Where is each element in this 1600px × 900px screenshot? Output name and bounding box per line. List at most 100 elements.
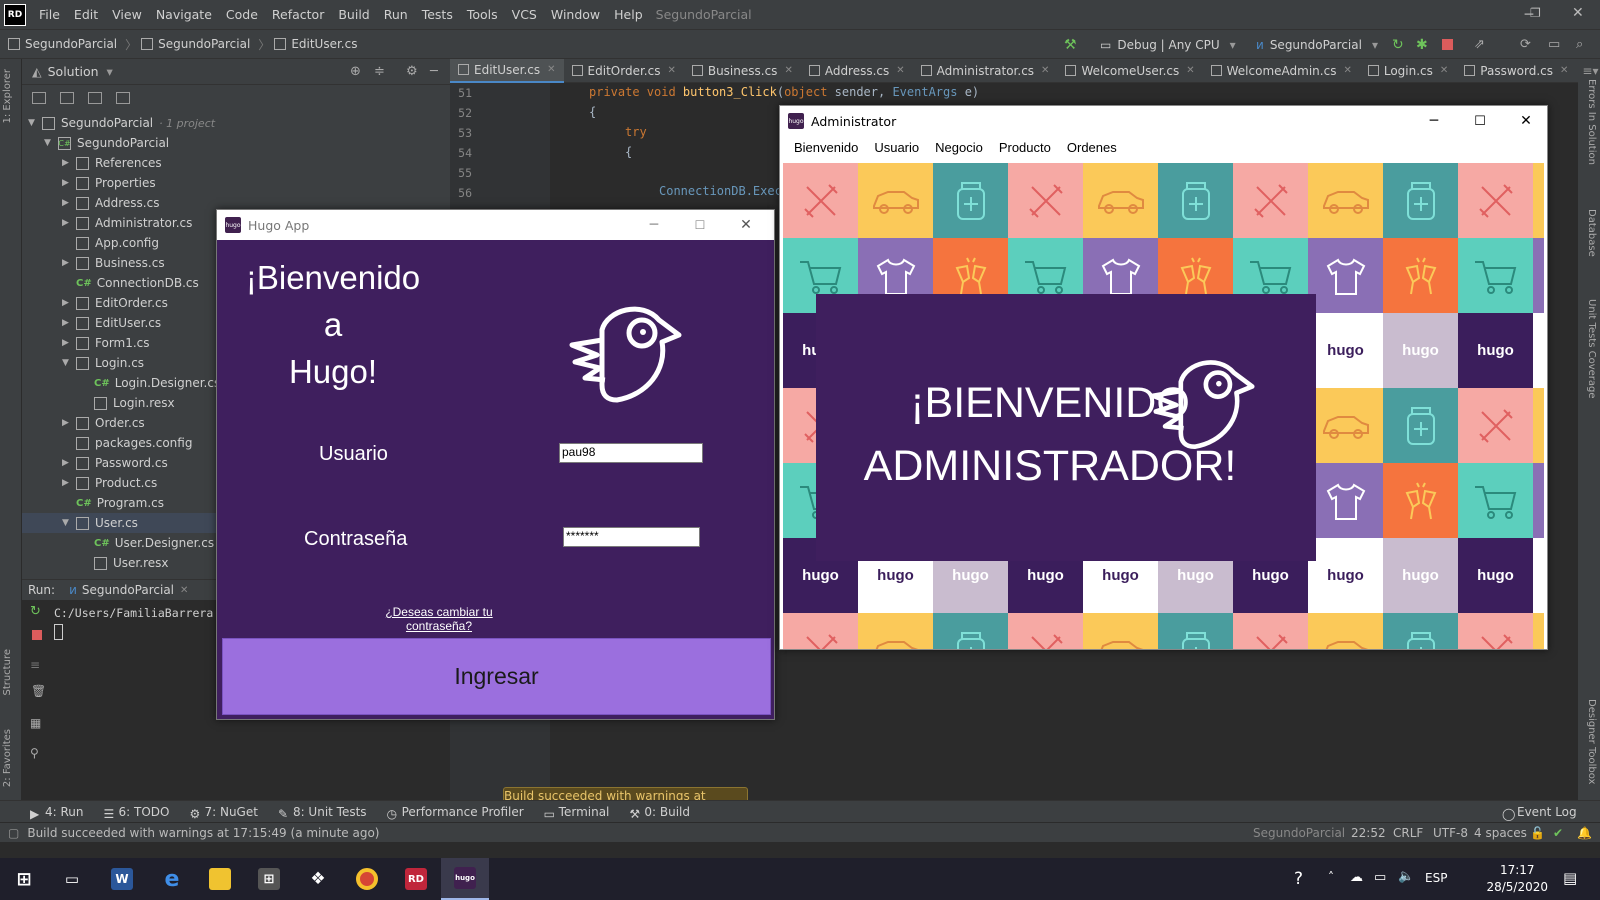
menu-code[interactable]: Code [219,7,265,22]
layout-icon[interactable]: ▭ [1548,37,1564,53]
task-view-button[interactable]: ▭ [48,858,96,900]
settings-icon[interactable]: ⚙ [406,64,418,79]
tree-item-password[interactable]: ▶ Password.cs [62,453,168,473]
menu-window[interactable]: Window [544,7,607,22]
scroll-icon[interactable]: ≡ [30,658,40,672]
structure-tool-tab[interactable]: Structure [2,649,13,696]
status-encoding[interactable]: UTF-8 [1433,826,1468,840]
status-panel-icon[interactable]: ▢ [8,826,19,840]
tree-item-user-designer[interactable]: C# User.Designer.cs [94,533,214,553]
tree-item-app-config[interactable]: App.config [76,233,159,253]
taskbar-rider[interactable]: RD [392,858,440,900]
tool-profiler[interactable]: ◷ Performance Profiler [387,805,524,821]
errors-tool-tab[interactable]: Errors In Solution [1586,79,1597,165]
filter-icon[interactable] [32,92,46,104]
admin-menu-bienvenido[interactable]: Bienvenido [786,140,866,155]
close-tab-icon[interactable]: ✕ [1186,65,1194,76]
menu-refactor[interactable]: Refactor [265,7,331,22]
tree-item-editorder[interactable]: ▶ EditOrder.cs [62,293,168,313]
taskbar-explorer[interactable] [196,858,244,900]
trash-icon[interactable]: 🗑 [31,684,46,698]
minimize-icon[interactable]: ─ [631,210,677,240]
taskbar-store[interactable]: ⊞ [245,858,293,900]
tab-welcomeadmin[interactable]: WelcomeAdmin.cs ✕ [1203,59,1360,83]
console-cursor[interactable] [54,624,63,640]
preview-icon[interactable] [116,92,130,104]
rerun-icon[interactable]: ↻ [1392,37,1408,53]
attach-icon[interactable]: ⇗ [1474,37,1490,53]
admin-menu-negocio[interactable]: Negocio [927,140,991,155]
menu-vcs[interactable]: VCS [505,7,544,22]
run-project-selector[interactable]: ᴎ SegundoParcial ▾ [1256,34,1378,56]
tab-welcomeuser[interactable]: WelcomeUser.cs ✕ [1057,59,1202,83]
taskbar-edge[interactable]: e [148,858,196,900]
collapse-icon[interactable]: ≑ [374,64,385,79]
status-position[interactable]: 22:52 [1351,826,1386,840]
close-tab-icon[interactable]: ✕ [896,65,904,76]
run-config-selector[interactable]: ▭ Debug | Any CPU ▾ [1100,34,1236,56]
menu-file[interactable]: File [32,7,67,22]
language-indicator[interactable]: ESP [1425,871,1447,885]
tree-item-login-designer[interactable]: C# Login.Designer.cs [94,373,220,393]
search-icon[interactable]: ⌕ [1576,37,1592,53]
maximize-icon[interactable]: ❐ [1530,6,1541,20]
menu-run[interactable]: Run [377,7,415,22]
admin-menu-usuario[interactable]: Usuario [866,140,927,155]
database-tool-tab[interactable]: Database [1586,209,1597,257]
tabs-overflow-icon[interactable]: ≡▾ [1576,59,1600,83]
tree-item-user-resx[interactable]: User.resx [94,553,168,573]
action-center-icon[interactable]: ▤ [1563,869,1577,887]
update-icon[interactable]: ⟳ [1520,37,1536,53]
usuario-input[interactable]: pau98 [559,443,703,463]
tree-item-product[interactable]: ▶ Product.cs [62,473,157,493]
favorites-tool-tab[interactable]: 2: Favorites [2,729,13,787]
target-icon[interactable]: ⊕ [350,64,361,79]
close-tab-icon[interactable]: ✕ [1041,65,1049,76]
coverage-tool-tab[interactable]: Unit Tests Coverage [1586,299,1597,399]
tab-business[interactable]: Business.cs ✕ [684,59,801,83]
status-indent[interactable]: 4 spaces [1474,826,1527,840]
tab-administrator[interactable]: Administrator.cs ✕ [913,59,1058,83]
tool-nuget[interactable]: ⚙ 7: NuGet [189,805,257,821]
close-tab-icon[interactable]: ✕ [180,585,188,596]
close-icon[interactable]: ✕ [1503,106,1549,136]
chevron-up-icon[interactable]: ˄ [1328,870,1334,884]
tool-terminal[interactable]: ▭ Terminal [544,805,610,821]
tool-run[interactable]: ▶ 4: Run [30,805,84,821]
stop-icon[interactable] [32,630,42,640]
close-icon[interactable]: ✕ [723,210,769,240]
taskbar-hugo-app[interactable]: hugo [441,858,489,900]
tree-item-order[interactable]: ▶ Order.cs [62,413,145,433]
lock-icon[interactable]: 🔓 [1530,826,1545,840]
tab-editorder[interactable]: EditOrder.cs ✕ [564,59,684,83]
maximize-icon[interactable]: ☐ [1457,106,1503,136]
taskbar-dropbox[interactable]: ❖ [294,858,342,900]
menu-tools[interactable]: Tools [460,7,505,22]
pin-icon[interactable]: ⚲ [30,746,39,760]
tree-item-program[interactable]: C# Program.cs [76,493,164,513]
tree-item-edituser[interactable]: ▶ EditUser.cs [62,313,161,333]
admin-menu-ordenes[interactable]: Ordenes [1059,140,1125,155]
status-project[interactable]: SegundoParcial [1253,826,1345,840]
menu-navigate[interactable]: Navigate [149,7,219,22]
close-tab-icon[interactable]: ✕ [1560,65,1568,76]
tree-item-connectiondb[interactable]: C# ConnectionDB.cs [76,273,199,293]
minimize-icon[interactable]: ─ [1506,0,1552,29]
breadcrumb-file[interactable]: EditUser.cs [274,37,357,51]
close-icon[interactable]: ✕ [1572,5,1584,21]
tree-item-business[interactable]: ▶ Business.cs [62,253,165,273]
admin-menu-producto[interactable]: Producto [991,140,1059,155]
start-button[interactable]: ⊞ [0,858,48,900]
tree-item-properties[interactable]: ▶ Properties [62,173,156,193]
menu-help[interactable]: Help [607,7,650,22]
tree-item-address[interactable]: ▶ Address.cs [62,193,159,213]
menu-tests[interactable]: Tests [415,7,460,22]
menu-view[interactable]: View [105,7,149,22]
tree-item-solution-root[interactable]: ▼ SegundoParcial · 1 project [28,113,215,133]
maximize-icon[interactable]: ☐ [677,210,723,240]
breadcrumb-solution[interactable]: SegundoParcial [8,37,117,51]
tree-item-packages-config[interactable]: packages.config [76,433,192,453]
help-icon[interactable]: ? [1294,869,1303,889]
breadcrumb-project[interactable]: SegundoParcial [141,37,250,51]
menu-edit[interactable]: Edit [67,7,105,22]
